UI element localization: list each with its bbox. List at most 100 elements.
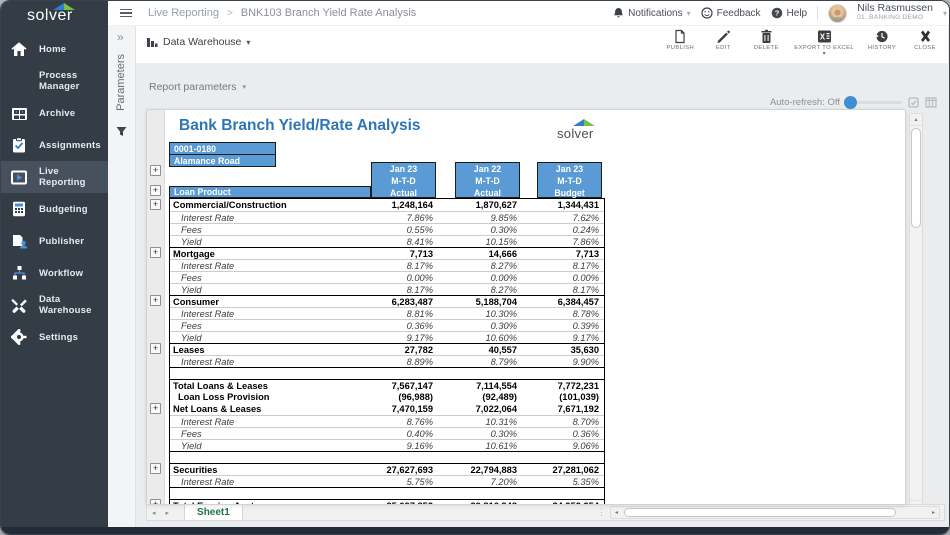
sidebar-item-assignments[interactable]: Assignments (1, 129, 108, 161)
cell-value: 8.81% (370, 308, 435, 320)
sidebar-item-budgeting[interactable]: Budgeting (1, 193, 108, 225)
horizontal-scroll-thumb[interactable] (624, 508, 896, 517)
menu-icon[interactable] (120, 7, 132, 20)
sheet-next-icon[interactable]: ▸ (161, 509, 175, 517)
table-row: Interest Rate8.17%8.27%8.17% (170, 259, 604, 271)
expand-outline-button[interactable]: + (150, 343, 161, 354)
vertical-scrollbar[interactable]: ▴ ▾ (909, 113, 923, 513)
column-header-3: Jan 23M-T-DBudget (537, 162, 602, 198)
column-header-1: Jan 23M-T-DActual (371, 162, 436, 198)
sidebar-item-label: Assignments (39, 140, 101, 151)
sidebar-item-home[interactable]: Home (1, 33, 108, 65)
cell-value: 8.27% (454, 260, 519, 272)
toolbar-actions: PUBLISH EDIT DELETE X EXPORT TO EXCEL ▾ … (665, 29, 940, 56)
table-row: Interest Rate5.75%7.20%5.35% (170, 475, 604, 487)
user-subtitle: 01. Banking Demo (857, 13, 933, 23)
sidebar-item-data-warehouse[interactable]: Data Warehouse (1, 289, 108, 321)
parameters-panel-collapsed[interactable]: » Parameters (108, 26, 136, 527)
row-label: Net Loans & Leases (170, 403, 370, 415)
sheet-tab[interactable]: Sheet1 (184, 505, 243, 520)
cell-value: 8.17% (370, 284, 435, 296)
header-actions: Notifications ▾ Feedback ? Help Nils Ra (613, 3, 949, 23)
user-chevron-icon[interactable]: ▾ (943, 9, 947, 18)
popout-icon[interactable] (908, 97, 919, 108)
sidebar-item-workflow[interactable]: Workflow (1, 257, 108, 289)
cell-value: 8.17% (370, 260, 435, 272)
table-row: Yield9.16%10.61%9.06% (170, 439, 604, 451)
archive-icon (10, 104, 28, 122)
scroll-up-icon[interactable]: ▴ (910, 114, 922, 126)
cell-value: 8.17% (536, 260, 601, 272)
publish-button[interactable]: PUBLISH (665, 29, 695, 56)
sidebar: solver HomeProcess ManagerArchiveAssignm… (1, 1, 108, 527)
user-avatar[interactable] (828, 4, 847, 23)
expand-outline-button[interactable]: + (150, 295, 161, 306)
sheet-prev-icon[interactable]: ◂ (147, 509, 161, 517)
expand-outline-button[interactable]: + (150, 403, 161, 414)
splitter-handle[interactable]: ⋮ (593, 507, 610, 518)
edit-button[interactable]: EDIT (708, 29, 738, 56)
cell-value: 7,671,192 (536, 403, 601, 415)
grid-view-icon[interactable] (925, 97, 937, 108)
data-source-selector[interactable]: Data Warehouse ▾ (146, 36, 250, 48)
expand-outline-button[interactable]: + (150, 247, 161, 258)
row-label: Interest Rate (170, 416, 370, 428)
table-row: Mortgage7,71314,6667,713 (170, 247, 604, 259)
workflow-icon (10, 264, 28, 282)
export-to-excel-button[interactable]: X EXPORT TO EXCEL ▾ (794, 29, 854, 56)
scroll-right-icon[interactable]: ▸ (928, 509, 939, 516)
history-button[interactable]: HISTORY (867, 29, 897, 56)
cell-value: 9.06% (536, 440, 601, 452)
expand-outline-button[interactable]: + (150, 185, 161, 196)
table-row: Total Earning Asstes35,097,85229,816,948… (170, 499, 604, 505)
scroll-left-icon[interactable]: ◂ (611, 509, 622, 516)
publisher-icon (10, 232, 28, 250)
expand-outline-button[interactable]: + (150, 199, 161, 210)
cell-value: 1,344,431 (536, 199, 601, 211)
sidebar-item-settings[interactable]: Settings (1, 321, 108, 353)
cell-value: 9.17% (536, 332, 601, 344)
sidebar-item-archive[interactable]: Archive (1, 97, 108, 129)
export-dropdown-icon[interactable]: ▾ (823, 52, 826, 56)
data-warehouse-icon (10, 296, 28, 314)
expand-outline-button[interactable]: + (150, 499, 161, 505)
column-header-2: Jan 22M-T-DActual (455, 162, 520, 198)
report-canvas: +++++++++ Bank Branch Yield/Rate Analysi… (146, 109, 906, 505)
sidebar-item-label: Budgeting (39, 204, 88, 215)
expand-outline-button[interactable]: + (150, 165, 161, 176)
auto-refresh-slider[interactable] (846, 101, 902, 104)
parameters-label: Parameters (115, 54, 127, 111)
sidebar-item-process-manager[interactable]: Process Manager (1, 65, 108, 97)
table-row: Fees0.40%0.30%0.36% (170, 427, 604, 439)
data-source-label: Data Warehouse (163, 36, 241, 48)
cell-value (454, 368, 519, 379)
cell-value: 7,713 (370, 248, 435, 260)
horizontal-scrollbar[interactable]: ◂ ▸ (610, 506, 940, 519)
cell-value: 0.24% (536, 224, 601, 236)
feedback-button[interactable]: Feedback (701, 7, 761, 19)
data-warehouse-icon (146, 37, 158, 48)
row-label: Consumer (170, 296, 370, 308)
cell-value (454, 452, 519, 463)
vertical-scroll-thumb[interactable] (911, 128, 921, 228)
report-parameters-dropdown[interactable]: Report parameters ▾ (149, 81, 246, 93)
close-button[interactable]: CLOSE (910, 29, 940, 56)
sidebar-item-label: Settings (39, 332, 78, 343)
notifications-button[interactable]: Notifications ▾ (613, 7, 690, 19)
sidebar-item-publisher[interactable]: Publisher (1, 225, 108, 257)
table-spacer-row (170, 487, 604, 499)
expand-outline-button[interactable]: + (150, 463, 161, 474)
chevron-down-icon: ▾ (243, 83, 247, 91)
cell-value (370, 452, 435, 463)
sidebar-item-live-reporting[interactable]: Live Reporting (1, 161, 108, 193)
expand-parameters-icon[interactable]: » (117, 30, 124, 44)
table-row: Fees0.00%0.00%0.00% (170, 271, 604, 283)
breadcrumb-live-reporting[interactable]: Live Reporting (148, 7, 219, 19)
cell-value: 27,782 (370, 344, 435, 356)
delete-button[interactable]: DELETE (751, 29, 781, 56)
close-icon (919, 29, 932, 44)
help-button[interactable]: ? Help (771, 7, 808, 19)
row-label: Fees (170, 428, 370, 440)
user-menu[interactable]: Nils Rasmussen 01. Banking Demo (857, 3, 933, 23)
slider-knob[interactable] (844, 96, 857, 109)
